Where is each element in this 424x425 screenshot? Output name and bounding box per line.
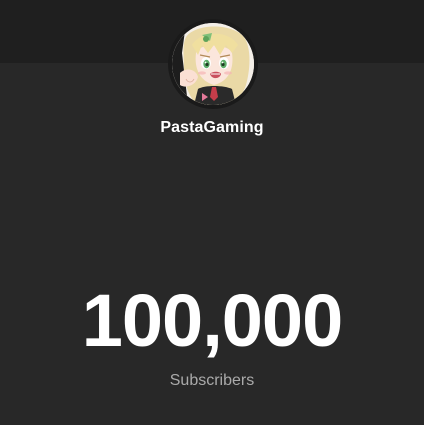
channel-name[interactable]: PastaGaming — [0, 119, 424, 137]
channel-avatar[interactable] — [172, 23, 254, 105]
anime-avatar-icon — [172, 23, 254, 105]
subscriber-label: Subscribers — [169, 372, 255, 389]
subscriber-count: 100,000 — [81, 279, 344, 362]
